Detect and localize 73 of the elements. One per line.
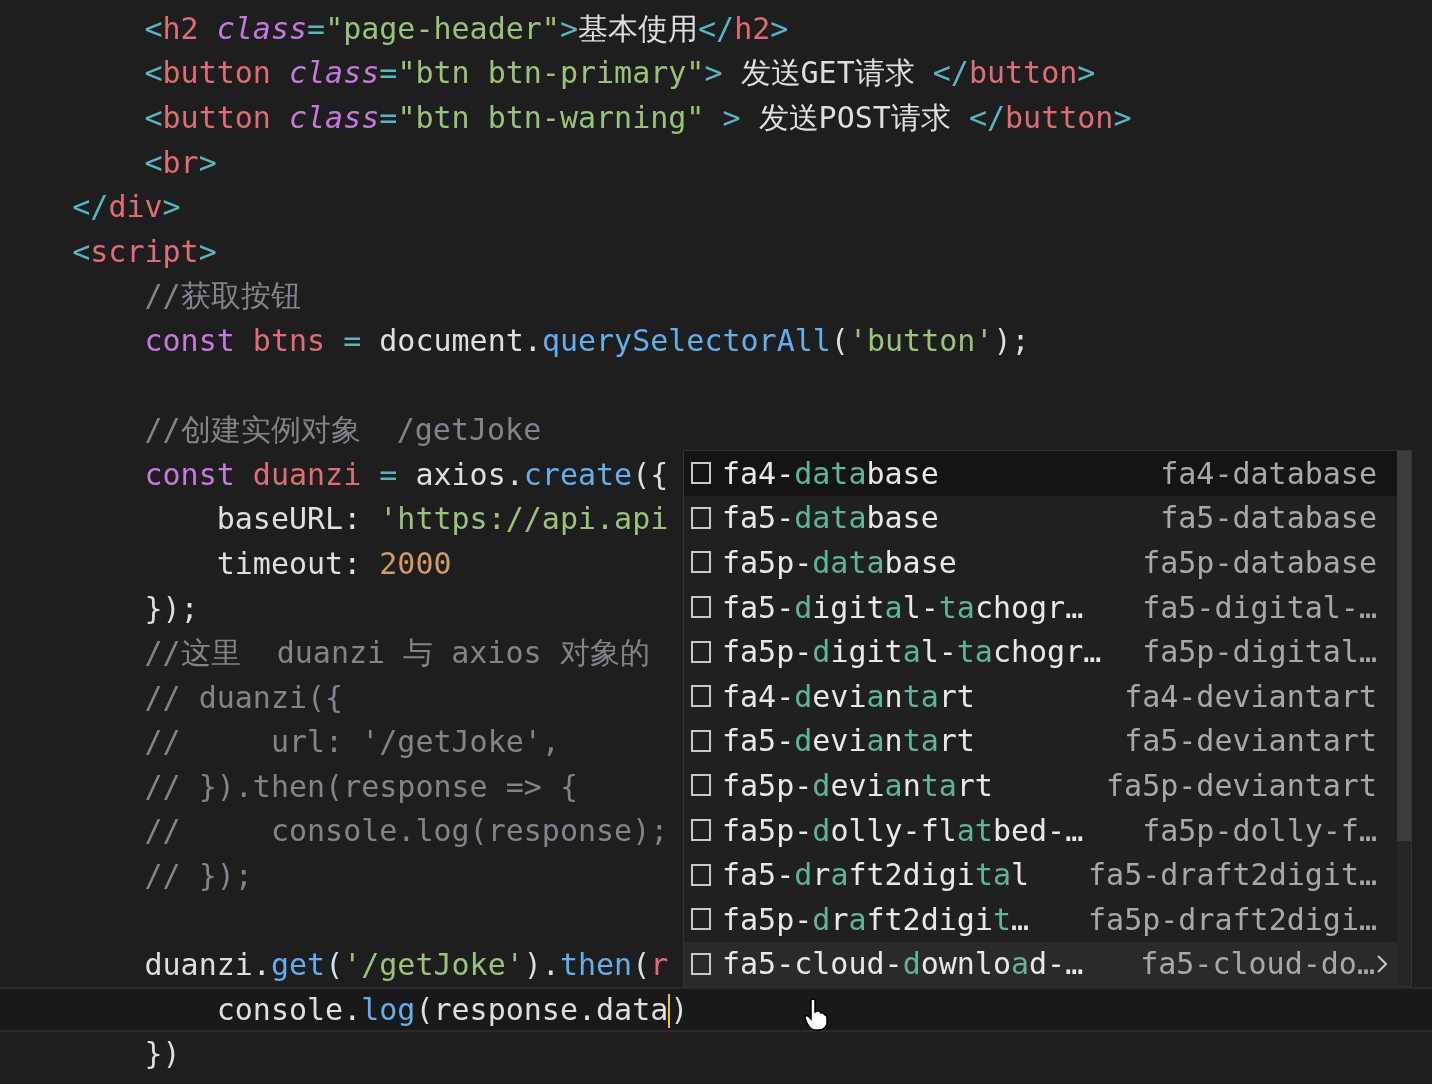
code-line: const btns = document.querySelectorAll('button'); xyxy=(143,321,1030,360)
snippet-icon xyxy=(690,772,712,799)
suggestion-detail: fa5p-deviantart xyxy=(1106,766,1377,805)
code-line: // duanzi({ xyxy=(143,678,344,717)
suggestion-label: fa5-devianta rt xyxy=(722,722,975,761)
suggestion-label: fa5p-devianta rt xyxy=(722,766,993,805)
suggestion-detail: fa5-deviantart xyxy=(1124,722,1377,761)
scrollbar-thumb[interactable] xyxy=(1397,451,1411,841)
suggestion-label: fa5p-d raft2digit… xyxy=(722,900,1030,939)
code-line: //这里 duanzi 与 axios 对象的 xyxy=(143,634,650,673)
suggestion-item[interactable]: fa5p-d raft2digit… fa5p-draft2digi… xyxy=(684,896,1397,942)
suggestion-detail: fa4-deviantart xyxy=(1124,677,1377,716)
snippet-icon xyxy=(690,906,712,933)
suggestion-label: fa5-database xyxy=(722,499,939,538)
code-line: duanzi.get('/getJoke').then(r xyxy=(143,946,669,985)
snippet-icon xyxy=(690,638,712,665)
code-line: // url: '/getJoke', xyxy=(143,723,560,762)
code-line: <button class="btn btn-warning" > 发送POST请求 </button> xyxy=(143,99,1132,137)
code-line: timeout: 2000 xyxy=(215,544,452,583)
suggestion-item[interactable]: fa5-cloud-download-… fa5-cloud-do… xyxy=(684,941,1397,987)
code-line: const duanzi = axios.create({ xyxy=(143,455,669,494)
suggestion-item[interactable]: fa4-database fa4-database xyxy=(684,451,1397,496)
suggestion-detail: fa5-database xyxy=(1160,499,1377,538)
suggestion-item[interactable]: fa5-database fa5-database xyxy=(684,495,1397,541)
suggestion-label: fa4-devianta rt xyxy=(722,677,975,716)
suggestion-label: fa5-cloud-download-… xyxy=(722,945,1084,984)
suggestion-detail: fa5p-draft2digi… xyxy=(1088,900,1377,939)
suggestion-detail: fa4-database xyxy=(1160,454,1377,493)
code-line: baseURL: 'https://api.api xyxy=(215,500,669,539)
suggestion-label: fa5p-digital-tachogr… xyxy=(722,633,1102,672)
snippet-icon xyxy=(690,460,712,487)
suggestion-detail: fa5-cloud-do… xyxy=(1140,945,1375,984)
snippet-icon xyxy=(690,861,712,888)
suggestion-item[interactable]: fa5-digital-tachogr… fa5-digital-… xyxy=(684,584,1397,630)
suggestion-detail: fa5p-database xyxy=(1142,544,1377,582)
code-line: // }).then(response => { xyxy=(143,767,578,806)
code-line: //创建实例对象 /getJoke xyxy=(143,411,542,450)
suggestion-label: fa4-database xyxy=(722,454,939,493)
code-line: // }); xyxy=(143,857,253,896)
code-line: <br> xyxy=(143,143,217,182)
code-line: <h2 class="page-header">基本使用</h2> xyxy=(143,9,789,48)
suggestion-item[interactable]: fa5-devianta rt fa5-deviantart xyxy=(684,718,1397,764)
suggestion-item[interactable]: fa5p-dolly-flatbed-… fa5p-dolly-f… xyxy=(684,807,1397,853)
chevron-right-icon[interactable] xyxy=(1377,953,1387,974)
suggestion-label: fa5-d raft2digital xyxy=(722,856,1030,895)
snippet-icon xyxy=(690,683,712,710)
suggestion-label: fa5-digital-tachogr… xyxy=(722,588,1084,627)
suggestion-item[interactable]: fa5p-devianta rt fa5p-deviantart xyxy=(684,763,1397,808)
suggestion-item[interactable]: fa5p-digital-tachogr… fa5p-digital… xyxy=(684,629,1397,674)
snippet-icon xyxy=(690,727,712,754)
suggestion-detail: fa5p-dolly-f… xyxy=(1142,811,1377,850)
snippet-icon xyxy=(690,549,712,576)
snippet-icon xyxy=(690,504,712,531)
suggestion-item[interactable]: fa5-d raft2digital fa5-draft2digit… xyxy=(684,852,1397,897)
snippet-icon xyxy=(690,817,712,844)
snippet-icon xyxy=(690,950,712,977)
code-line: console.log(response.data) xyxy=(215,990,689,1031)
code-line: <script> xyxy=(71,232,217,271)
code-line: }) xyxy=(143,1035,181,1074)
code-line: </div> xyxy=(71,188,181,227)
snippet-icon xyxy=(690,594,712,621)
suggestion-item[interactable]: fa4-devianta rt fa4-deviantart xyxy=(684,673,1397,719)
suggestion-detail: fa5-digital-… xyxy=(1142,588,1377,627)
hand-cursor-icon xyxy=(803,998,829,1032)
suggestion-detail: fa5-draft2digit… xyxy=(1088,856,1377,895)
code-line: //获取按钮 xyxy=(143,277,301,316)
code-line: <button class="btn btn-primary"> 发送GET请求 </button> xyxy=(143,54,1096,93)
code-line: }); xyxy=(143,589,199,628)
suggestion-label: fa5p-dolly-flatbed-… xyxy=(722,811,1084,850)
suggestion-item[interactable]: fa5p-database fa5p-database xyxy=(684,540,1397,585)
suggestion-detail: fa5p-digital… xyxy=(1142,633,1377,672)
suggestion-label: fa5p-database xyxy=(722,544,957,582)
code-line: // console.log(response); xyxy=(143,812,669,851)
